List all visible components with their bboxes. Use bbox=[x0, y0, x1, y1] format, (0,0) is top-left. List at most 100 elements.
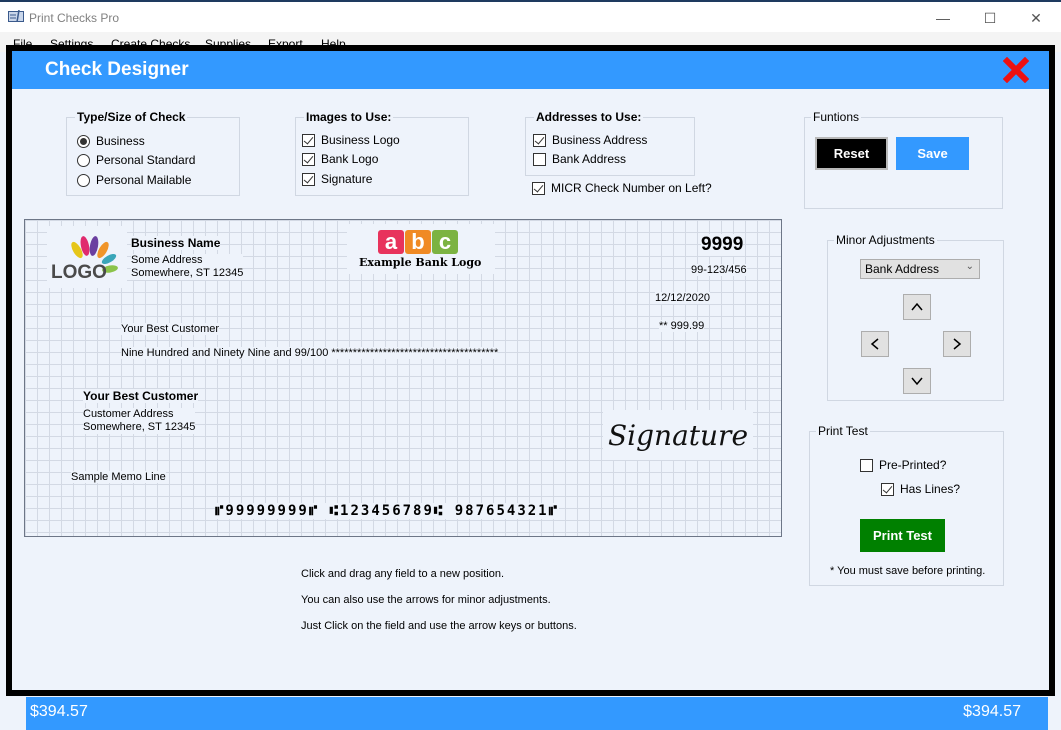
addresses-legend: Addresses to Use: bbox=[534, 110, 644, 124]
recipient-name: Your Best Customer bbox=[83, 389, 199, 403]
bank-logo-letter: a bbox=[378, 230, 404, 254]
window-close-button[interactable]: ✕ bbox=[1013, 4, 1059, 32]
checkbox-bank-logo[interactable]: Bank Logo bbox=[302, 152, 378, 166]
radio-indicator[interactable] bbox=[77, 153, 90, 167]
checkbox-label: Has Lines? bbox=[900, 482, 961, 496]
type-size-legend: Type/Size of Check bbox=[75, 110, 188, 124]
checkbox-indicator[interactable] bbox=[532, 181, 545, 195]
check-amount[interactable]: ** 999.99 bbox=[659, 320, 705, 332]
balance-left: $394.57 bbox=[30, 703, 88, 720]
business-address-field[interactable]: Some Address Somewhere, ST 12345 bbox=[131, 254, 244, 280]
checkbox-indicator[interactable] bbox=[533, 133, 546, 147]
checkbox-micr-left[interactable]: MICR Check Number on Left? bbox=[532, 181, 712, 195]
bank-logo-blocks: a b c bbox=[378, 230, 458, 254]
save-button[interactable]: Save bbox=[896, 137, 969, 170]
checkbox-business-address[interactable]: Business Address bbox=[533, 133, 647, 147]
check-designer-dialog: Check Designer Type/Size of Check Busine… bbox=[6, 45, 1055, 696]
micr-line[interactable]: ⑈99999999⑈ ⑆123456789⑆ 987654321⑈ bbox=[215, 503, 560, 519]
bank-logo-letter: c bbox=[432, 230, 458, 254]
chevron-right-icon bbox=[953, 338, 962, 350]
close-icon[interactable] bbox=[1003, 57, 1029, 83]
dialog-header: Check Designer bbox=[12, 51, 1049, 89]
bank-logo-caption: Example Bank Logo bbox=[359, 256, 482, 269]
checkbox-indicator[interactable] bbox=[881, 482, 894, 496]
app-icon bbox=[8, 10, 24, 22]
checkbox-label: Bank Logo bbox=[321, 152, 379, 166]
fraction-code[interactable]: 99-123/456 bbox=[691, 264, 747, 276]
check-number[interactable]: 9999 bbox=[701, 234, 744, 256]
radio-label: Business bbox=[96, 134, 145, 148]
move-down-button[interactable] bbox=[903, 368, 931, 394]
maximize-button[interactable]: ☐ bbox=[967, 4, 1013, 32]
dialog-body: Check Designer Type/Size of Check Busine… bbox=[12, 51, 1049, 690]
save-before-print-note: * You must save before printing. bbox=[830, 565, 986, 577]
move-right-button[interactable] bbox=[943, 331, 971, 357]
checkbox-bank-address[interactable]: Bank Address bbox=[533, 152, 626, 166]
app-title: Print Checks Pro bbox=[29, 11, 120, 25]
minor-adjustments-group: Minor Adjustments Bank Address ⌄ bbox=[827, 233, 1004, 401]
print-test-group: Print Test Pre-Printed? Has Lines? Print… bbox=[809, 424, 1004, 586]
chevron-down-icon: ⌄ bbox=[965, 261, 974, 272]
dropdown-value: Bank Address bbox=[865, 262, 940, 276]
functions-group: Funtions Reset Save bbox=[804, 110, 1003, 209]
signature-image[interactable]: Signature bbox=[603, 410, 753, 460]
checkbox-signature[interactable]: Signature bbox=[302, 172, 372, 186]
help-text-3: Just Click on the field and use the arro… bbox=[301, 620, 577, 632]
move-left-button[interactable] bbox=[861, 331, 889, 357]
payee-name[interactable]: Your Best Customer bbox=[121, 323, 220, 335]
field-select-dropdown[interactable]: Bank Address ⌄ bbox=[860, 259, 980, 279]
title-bar: Print Checks Pro — ☐ ✕ bbox=[0, 2, 1061, 32]
business-name: Business Name bbox=[131, 236, 221, 250]
print-test-legend: Print Test bbox=[816, 424, 870, 438]
move-up-button[interactable] bbox=[903, 294, 931, 320]
recipient-name-field[interactable]: Your Best Customer bbox=[83, 389, 199, 403]
chevron-down-icon bbox=[911, 377, 923, 386]
business-logo[interactable]: LOGO bbox=[47, 226, 127, 288]
status-bar: $394.57 $394.57 bbox=[26, 697, 1048, 730]
checkbox-label: Bank Address bbox=[552, 152, 627, 166]
checkbox-label: Business Logo bbox=[321, 133, 400, 147]
memo-line[interactable]: Sample Memo Line bbox=[71, 471, 166, 483]
checkbox-indicator[interactable] bbox=[860, 458, 873, 472]
close-icon: ✕ bbox=[1030, 9, 1042, 26]
business-address-line-1: Some Address bbox=[131, 254, 203, 266]
checkbox-has-lines[interactable]: Has Lines? bbox=[881, 482, 960, 496]
recipient-address-field[interactable]: Customer Address Somewhere, ST 12345 bbox=[83, 408, 196, 434]
reset-button[interactable]: Reset bbox=[815, 137, 888, 170]
business-name-field[interactable]: Business Name bbox=[131, 236, 221, 250]
radio-label: Personal Standard bbox=[96, 153, 196, 167]
checkbox-pre-printed[interactable]: Pre-Printed? bbox=[860, 458, 946, 472]
radio-personal-mailable[interactable]: Personal Mailable bbox=[77, 173, 191, 187]
checkbox-label: Signature bbox=[321, 172, 373, 186]
type-size-group: Type/Size of Check Business Personal Sta… bbox=[66, 110, 240, 196]
print-test-button[interactable]: Print Test bbox=[860, 519, 945, 552]
radio-business[interactable]: Business bbox=[77, 134, 145, 148]
bank-logo-letter: b bbox=[405, 230, 431, 254]
radio-personal-standard[interactable]: Personal Standard bbox=[77, 153, 195, 167]
check-preview: LOGO Business Name Some Address Somewher… bbox=[24, 219, 782, 537]
radio-indicator[interactable] bbox=[77, 173, 90, 187]
checkbox-indicator[interactable] bbox=[302, 133, 315, 147]
help-text-2: You can also use the arrows for minor ad… bbox=[301, 594, 551, 606]
recipient-address-line-1: Customer Address bbox=[83, 408, 174, 420]
logo-text: LOGO bbox=[51, 262, 107, 283]
amount-in-words[interactable]: Nine Hundred and Ninety Nine and 99/100 … bbox=[121, 347, 499, 359]
radio-indicator[interactable] bbox=[77, 134, 90, 148]
chevron-left-icon bbox=[870, 338, 879, 350]
check-date[interactable]: 12/12/2020 bbox=[655, 292, 711, 304]
checkbox-business-logo[interactable]: Business Logo bbox=[302, 133, 400, 147]
minimize-icon: — bbox=[936, 10, 950, 26]
images-group: Images to Use: Business Logo Bank Logo S… bbox=[295, 110, 469, 196]
checkbox-indicator[interactable] bbox=[302, 152, 315, 166]
functions-legend: Funtions bbox=[811, 110, 862, 124]
chevron-up-icon bbox=[911, 302, 923, 311]
bank-logo[interactable]: a b c Example Bank Logo bbox=[347, 224, 495, 274]
checkbox-label: Pre-Printed? bbox=[879, 458, 947, 472]
minimize-button[interactable]: — bbox=[920, 4, 966, 32]
checkbox-indicator[interactable] bbox=[302, 172, 315, 186]
images-legend: Images to Use: bbox=[304, 110, 394, 124]
addresses-group: Addresses to Use: Business Address Bank … bbox=[525, 110, 695, 176]
checkbox-indicator[interactable] bbox=[533, 152, 546, 166]
minor-adjustments-legend: Minor Adjustments bbox=[834, 233, 937, 247]
maximize-icon: ☐ bbox=[983, 9, 997, 26]
